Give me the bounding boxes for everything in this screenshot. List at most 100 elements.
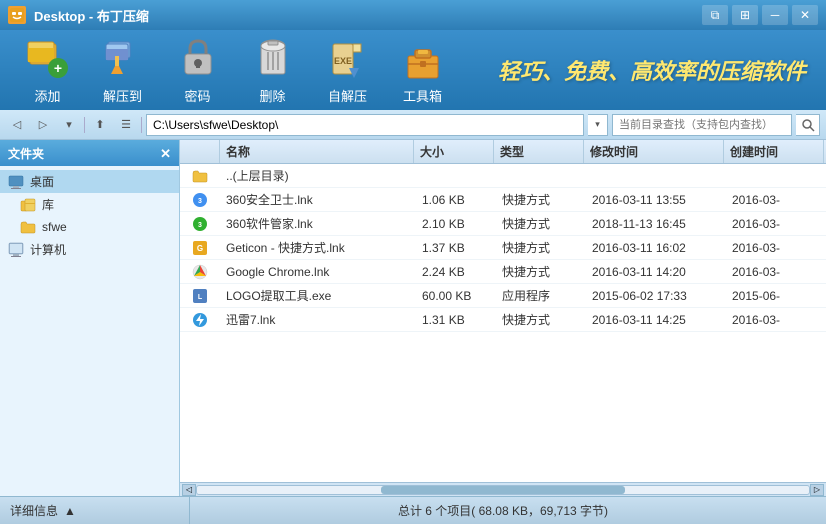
sidebar-item-library[interactable]: 库 [0,193,179,216]
header-modified[interactable]: 修改时间 [584,140,724,163]
scroll-track[interactable] [196,485,810,495]
geticon-icon: G [192,240,208,256]
row-size: 60.00 KB [416,284,496,307]
toolbar-password[interactable]: 密码 [170,36,225,105]
row-name: 360软件管家.lnk [220,212,416,235]
row-icon [180,164,220,187]
title-bar: Desktop - 布丁压缩 ⧉ ⊞ ─ ✕ [0,0,826,30]
svg-text:EXE: EXE [333,56,351,66]
sidebar-item-desktop[interactable]: 桌面 [0,170,179,193]
row-created: 2016-03- [726,212,826,235]
row-modified [586,164,726,187]
search-button[interactable] [796,114,820,136]
header-icon [180,140,220,163]
toolbar: + 添加 解压到 密码 [0,30,826,110]
row-icon: G [180,236,220,259]
status-detail-text: 详细信息 [10,502,58,519]
360safe-icon: 3 [192,192,208,208]
row-size: 2.10 KB [416,212,496,235]
scroll-left-btn[interactable]: ◁ [182,484,196,496]
row-size [416,164,496,187]
up-btn[interactable]: ⬆ [89,115,111,135]
extract-icon [100,36,146,82]
row-modified: 2018-11-13 16:45 [586,212,726,235]
row-modified: 2015-06-02 17:33 [586,284,726,307]
row-icon: 3 [180,212,220,235]
sidebar-item-sfwe[interactable]: sfwe [0,216,179,238]
row-size: 1.31 KB [416,308,496,331]
computer-icon [8,242,24,258]
table-row[interactable]: L LOGO提取工具.exe 60.00 KB 应用程序 2015-06-02 … [180,284,826,308]
row-type: 应用程序 [496,284,586,307]
file-list-header: 名称 大小 类型 修改时间 创建时间 [180,140,826,164]
title-text: Desktop - 布丁压缩 [34,6,149,25]
sidebar-sfwe-label: sfwe [42,220,67,234]
sidebar-desktop-label: 桌面 [30,173,54,190]
close-btn[interactable]: ✕ [792,5,818,25]
chrome-icon [192,264,208,280]
sidebar: 文件夹 ✕ 桌面 库 [0,140,180,496]
status-right: 总计 6 个项目( 68.08 KB，69,713 字节) [190,502,816,519]
horizontal-scrollbar[interactable]: ◁ ▷ [180,482,826,496]
header-created[interactable]: 创建时间 [724,140,824,163]
search-input[interactable] [612,114,792,136]
toolbar-add[interactable]: + 添加 [20,36,75,105]
nav-separator [84,117,85,133]
row-size: 2.24 KB [416,260,496,283]
status-left: 详细信息 ▲ [10,497,190,524]
up-dir-icon [192,168,208,184]
row-icon: L [180,284,220,307]
table-row[interactable]: ..(上层目录) [180,164,826,188]
view-list-btn[interactable]: ☰ [115,115,137,135]
sidebar-close-btn[interactable]: ✕ [160,147,171,160]
delete-icon [250,36,296,82]
back-btn[interactable]: ◁ [6,115,28,135]
toolbar-toolbox[interactable]: 工具箱 [395,36,450,105]
scroll-thumb[interactable] [381,486,626,494]
address-dropdown[interactable]: ▾ [588,114,608,136]
table-row[interactable]: 3 360安全卫士.lnk 1.06 KB 快捷方式 2016-03-11 13… [180,188,826,212]
header-type[interactable]: 类型 [494,140,584,163]
toolbox-icon [400,36,446,82]
row-type: 快捷方式 [496,308,586,331]
table-row[interactable]: G Geticon - 快捷方式.lnk 1.37 KB 快捷方式 2016-0… [180,236,826,260]
table-row[interactable]: 迅雷7.lnk 1.31 KB 快捷方式 2016-03-11 14:25 20… [180,308,826,332]
row-name: 360安全卫士.lnk [220,188,416,211]
sidebar-item-computer[interactable]: 计算机 [0,238,179,261]
main-area: 文件夹 ✕ 桌面 库 [0,140,826,496]
title-bar-left: Desktop - 布丁压缩 [8,6,149,25]
table-row[interactable]: 3 360软件管家.lnk 2.10 KB 快捷方式 2018-11-13 16… [180,212,826,236]
svg-text:+: + [53,60,61,76]
sidebar-computer-label: 计算机 [30,241,66,258]
table-row[interactable]: Google Chrome.lnk 2.24 KB 快捷方式 2016-03-1… [180,260,826,284]
password-icon [175,36,221,82]
scroll-right-btn[interactable]: ▷ [810,484,824,496]
row-created [726,164,826,187]
tile-btn[interactable]: ⊞ [732,5,758,25]
file-area: 名称 大小 类型 修改时间 创建时间 ..(上层目录) [180,140,826,496]
restore-btn[interactable]: ⧉ [702,5,728,25]
password-label: 密码 [184,86,210,105]
header-size[interactable]: 大小 [414,140,494,163]
status-expand-btn[interactable]: ▲ [64,504,76,518]
row-name: ..(上层目录) [220,164,416,187]
address-input[interactable] [146,114,584,136]
svg-text:3: 3 [198,222,202,229]
thunder-icon [192,312,208,328]
toolbar-selfextract[interactable]: EXE 自解压 [320,36,375,105]
forward-btn[interactable]: ▷ [32,115,54,135]
360soft-icon: 3 [192,216,208,232]
row-name: Geticon - 快捷方式.lnk [220,236,416,259]
add-label: 添加 [34,86,60,105]
file-list-body: ..(上层目录) 3 360安全卫士.lnk 1.06 KB 快捷方式 2016… [180,164,826,482]
desktop-icon [8,174,24,190]
nav-dropdown-btn[interactable]: ▾ [58,115,80,135]
toolbar-delete[interactable]: 删除 [245,36,300,105]
minimize-btn[interactable]: ─ [762,5,788,25]
header-name[interactable]: 名称 [220,140,414,163]
row-icon: 3 [180,188,220,211]
row-modified: 2016-03-11 14:25 [586,308,726,331]
sidebar-title: 文件夹 [8,145,44,162]
toolbar-extract[interactable]: 解压到 [95,36,150,105]
row-created: 2016-03- [726,308,826,331]
